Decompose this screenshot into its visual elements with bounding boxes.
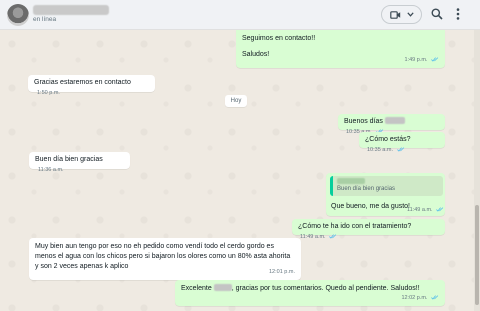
message-time: 1:50 p.m.	[37, 90, 60, 96]
double-check-icon	[431, 57, 439, 62]
double-check-icon	[431, 295, 439, 300]
message-time: 1:49 p.m.	[405, 55, 439, 65]
quoted-author-redacted	[337, 178, 365, 185]
message-incoming[interactable]: Gracias estaremos en contacto 1:50 p.m.	[28, 75, 155, 96]
message-line: Seguimos en contacto!!	[242, 35, 316, 42]
message-text: Muy bien aun tengo por eso no eh pedido …	[35, 243, 291, 270]
chevron-down-icon	[407, 12, 414, 17]
message-text: Buenos días	[344, 118, 383, 125]
kebab-menu-icon[interactable]	[456, 8, 460, 20]
message-incoming[interactable]: Buen día bien gracias 11:36 a.m.	[29, 152, 130, 173]
message-outgoing[interactable]: ¿Cómo estás? 10:35 a.m.	[359, 132, 445, 153]
day-separator: Hoy	[225, 95, 247, 107]
message-time: 11:36 a.m.	[38, 167, 64, 173]
message-time: 11:49 a.m.	[407, 207, 444, 213]
double-check-icon	[396, 147, 404, 152]
search-icon[interactable]	[431, 8, 443, 20]
contact-status: en línea	[33, 16, 57, 23]
quoted-message[interactable]: Buen día bien gracias	[330, 176, 443, 196]
message-text: Buen día bien gracias	[35, 156, 103, 163]
scroll-thumb[interactable]	[475, 205, 479, 305]
message-outgoing[interactable]: Buenos días 10:35 a.m.	[338, 114, 445, 135]
message-text-line: Excelente , gracias por tus comentarios.…	[181, 284, 420, 292]
message-list[interactable]: Seguimos en contacto!! Saludos! 1:49 p.m…	[0, 30, 474, 311]
quoted-text: Buen día bien gracias	[337, 186, 396, 192]
message-text: Gracias estaremos en contacto	[34, 79, 131, 86]
message-text: Que bueno, me da gusto!	[331, 203, 410, 210]
message-outgoing[interactable]: Excelente , gracias por tus comentarios.…	[175, 280, 445, 306]
contact-name-redacted[interactable]	[33, 5, 109, 15]
message-text: ¿Cómo te ha ido con el tratamiento?	[298, 223, 412, 230]
video-camera-icon	[390, 11, 401, 19]
chat-scrollbar[interactable]	[474, 30, 480, 311]
double-check-icon	[436, 207, 444, 212]
chat-header: en línea	[0, 0, 480, 30]
message-text: ¿Cómo estás?	[365, 136, 411, 143]
message-time: 12:02 p.m.	[401, 293, 439, 303]
redacted-name	[213, 284, 232, 291]
message-incoming[interactable]: Muy bien aun tengo por eso no eh pedido …	[29, 238, 301, 280]
message-outgoing[interactable]: Seguimos en contacto!! Saludos! 1:49 p.m…	[236, 30, 445, 68]
double-check-icon	[329, 234, 337, 239]
message-time: 11:49 a.m.	[300, 234, 337, 240]
video-call-button[interactable]	[381, 5, 422, 24]
message-time: 10:35 a.m.	[367, 147, 405, 153]
contact-avatar[interactable]	[7, 4, 29, 26]
message-time: 12:01 p.m.	[269, 269, 295, 275]
redacted-name	[384, 117, 405, 124]
message-outgoing[interactable]: ¿Cómo te ha ido con el tratamiento? 11:4…	[292, 219, 445, 240]
